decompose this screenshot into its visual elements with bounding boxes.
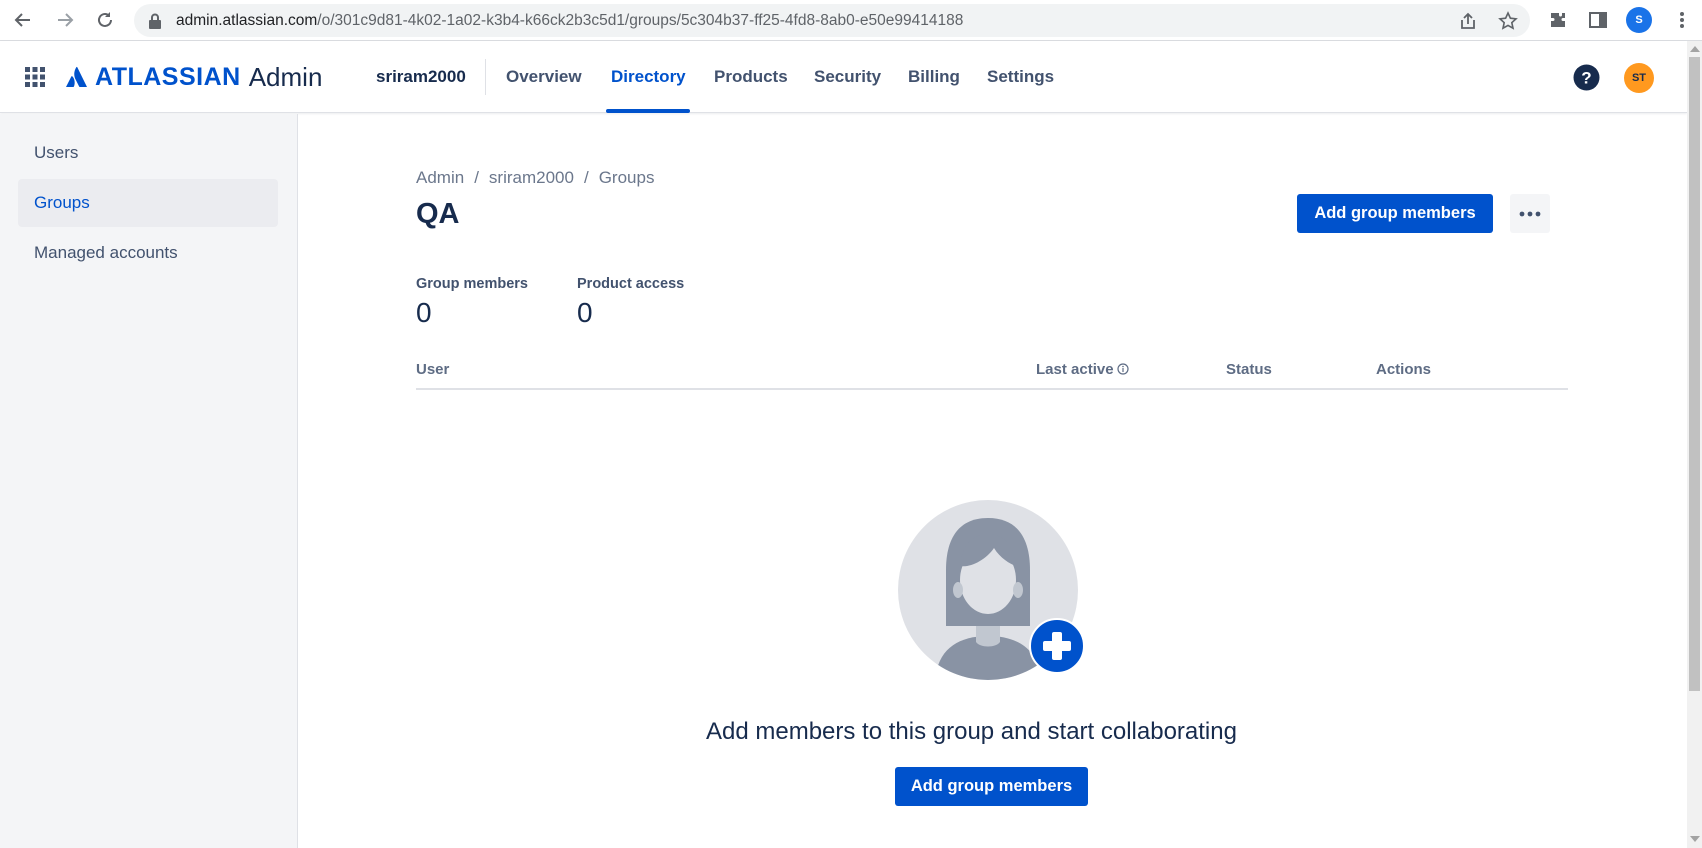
scroll-up-arrow-icon[interactable] bbox=[1690, 46, 1700, 52]
logo-wordmark: ATLASSIAN bbox=[95, 62, 241, 91]
sidebar-item-managed-accounts[interactable]: Managed accounts bbox=[18, 229, 278, 277]
tab-billing[interactable]: Billing bbox=[908, 67, 960, 87]
stat-product-access-value: 0 bbox=[577, 297, 593, 328]
tab-settings[interactable]: Settings bbox=[987, 67, 1054, 87]
active-tab-indicator bbox=[606, 109, 690, 113]
sidebar: Users Groups Managed accounts bbox=[0, 114, 298, 848]
column-header-actions: Actions bbox=[1376, 361, 1432, 378]
empty-state-message: Add members to this group and start coll… bbox=[706, 718, 1237, 745]
share-icon[interactable] bbox=[1458, 11, 1478, 31]
breadcrumb-admin[interactable]: Admin bbox=[416, 168, 464, 187]
table-header-divider bbox=[416, 388, 1568, 390]
breadcrumb-separator: / bbox=[474, 168, 479, 187]
side-panel-icon[interactable] bbox=[1588, 10, 1608, 30]
org-switcher[interactable]: sriram2000 bbox=[376, 67, 466, 87]
empty-group-illustration bbox=[898, 500, 1085, 680]
column-header-user[interactable]: User bbox=[416, 361, 449, 378]
url-host: admin.atlassian.com bbox=[176, 12, 318, 29]
extensions-icon[interactable] bbox=[1548, 10, 1568, 30]
tab-directory[interactable]: Directory bbox=[611, 67, 686, 87]
more-icon bbox=[1519, 211, 1541, 216]
sidebar-item-groups[interactable]: Groups bbox=[18, 179, 278, 227]
url-path: /o/301c9d81-4k02-1a02-k3b4-k66ck2b3c5d1/… bbox=[317, 12, 964, 29]
app-switcher-icon[interactable] bbox=[25, 67, 45, 87]
browser-profile-avatar[interactable]: S bbox=[1626, 7, 1652, 33]
svg-text:?: ? bbox=[1581, 69, 1591, 88]
forward-icon[interactable] bbox=[52, 7, 78, 33]
back-icon[interactable] bbox=[10, 7, 36, 33]
breadcrumb-groups[interactable]: Groups bbox=[599, 168, 655, 187]
tab-overview[interactable]: Overview bbox=[506, 67, 582, 87]
bookmark-star-icon[interactable] bbox=[1498, 11, 1518, 31]
atlassian-admin-logo[interactable]: ATLASSIAN Admin bbox=[66, 61, 323, 92]
help-icon[interactable]: ? bbox=[1573, 64, 1600, 91]
browser-toolbar: admin.atlassian.com/o/301c9d81-4k02-1a02… bbox=[0, 0, 1702, 41]
tab-security[interactable]: Security bbox=[814, 67, 881, 87]
empty-state-add-members-button[interactable]: Add group members bbox=[895, 767, 1088, 806]
sidebar-item-users[interactable]: Users bbox=[18, 129, 278, 177]
page-title: QA bbox=[416, 198, 460, 230]
stat-product-access-label: Product access bbox=[577, 276, 685, 292]
reload-icon[interactable] bbox=[92, 7, 118, 33]
breadcrumb-separator: / bbox=[583, 168, 589, 187]
column-header-status[interactable]: Status bbox=[1226, 361, 1272, 378]
stat-group-members-label: Group members bbox=[416, 276, 528, 292]
lock-icon bbox=[149, 13, 161, 29]
url-text[interactable]: admin.atlassian.com/o/301c9d81-4k02-1a02… bbox=[176, 4, 963, 37]
stat-group-members-value: 0 bbox=[416, 297, 432, 328]
column-header-last-active[interactable]: Last active bbox=[1036, 361, 1129, 378]
scroll-down-arrow-icon[interactable] bbox=[1690, 836, 1700, 842]
page-scrollbar[interactable] bbox=[1687, 41, 1702, 848]
column-header-last-active-label: Last active bbox=[1036, 361, 1114, 378]
breadcrumb-org[interactable]: sriram2000 bbox=[489, 168, 574, 187]
tab-products[interactable]: Products bbox=[714, 67, 788, 87]
logo-admin-label: Admin bbox=[248, 61, 323, 92]
header-divider bbox=[485, 59, 486, 95]
info-icon[interactable] bbox=[1116, 363, 1129, 375]
user-avatar[interactable]: ST bbox=[1624, 63, 1654, 93]
address-bar[interactable]: admin.atlassian.com/o/301c9d81-4k02-1a02… bbox=[134, 4, 1530, 37]
atlassian-logo-icon bbox=[66, 66, 87, 87]
add-group-members-button[interactable]: Add group members bbox=[1297, 194, 1493, 233]
more-actions-button[interactable] bbox=[1510, 194, 1550, 233]
scroll-thumb[interactable] bbox=[1689, 57, 1700, 691]
breadcrumb: Admin / sriram2000 / Groups bbox=[416, 168, 654, 188]
browser-menu-icon[interactable] bbox=[1672, 10, 1692, 30]
app-header: ATLASSIAN Admin sriram2000 Overview Dire… bbox=[0, 41, 1687, 113]
